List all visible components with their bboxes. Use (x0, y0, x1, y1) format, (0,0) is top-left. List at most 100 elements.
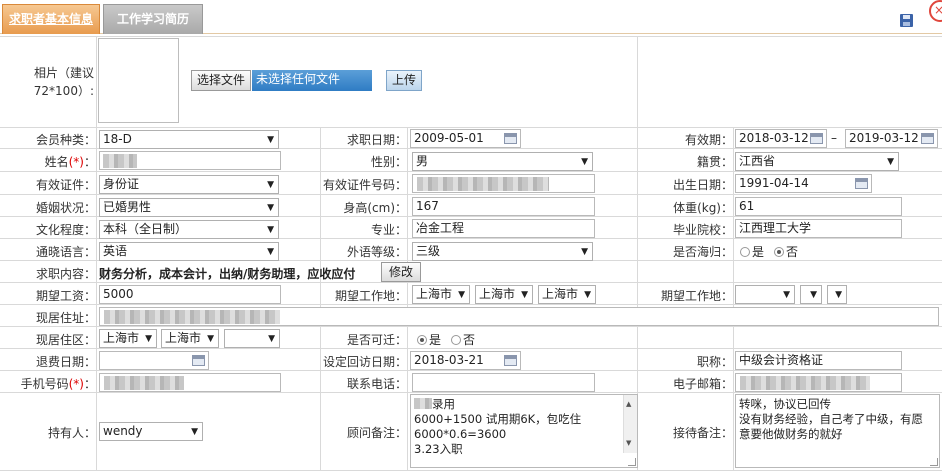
marital-select[interactable]: 已婚男性 ▼ (99, 198, 279, 217)
work-place-province-value: 上海市 (416, 287, 453, 301)
height-label: 身高(cm)： (343, 201, 407, 215)
relocate-no-radio[interactable]: 否 (451, 331, 475, 348)
chevron-down-icon: ▼ (267, 180, 274, 190)
school-input[interactable]: 江西理工大学 (735, 219, 902, 238)
work-place-province-select[interactable]: 上海市 ▼ (412, 285, 470, 304)
gender-label: 性别： (370, 155, 407, 169)
title-value: 中级会计资格证 (739, 353, 824, 367)
major-input[interactable]: 冶金工程 (412, 219, 595, 238)
calendar-icon[interactable] (192, 355, 205, 366)
relocate-yes-label: 是 (429, 333, 442, 347)
close-icon[interactable]: × (929, 0, 942, 22)
reception-note-textarea[interactable]: 转咪，协议已回传 没有财务经验，自己考了中级，有愿意要他做财务的就好 (735, 394, 940, 468)
birth-date-value: 1991-04-14 (739, 176, 809, 190)
apply-date-input[interactable]: 2009-05-01 (410, 129, 521, 148)
work-place-2-province-select[interactable]: ▼ (735, 285, 795, 304)
refund-date-input[interactable] (99, 351, 209, 370)
consultant-note-textarea[interactable]: 录用 6000+1500 试用期6K，包吃住 6000*0.6=3600 3.2… (410, 394, 638, 468)
gender-select[interactable]: 男 ▼ (412, 152, 593, 171)
member-type-select[interactable]: 18-D ▼ (99, 130, 279, 149)
chevron-down-icon: ▼ (783, 290, 790, 300)
work-place-2-district-select[interactable]: ▼ (827, 285, 847, 304)
phone-input[interactable] (99, 373, 281, 392)
scrollbar[interactable]: ▲ ▼ (623, 395, 637, 453)
member-type-value: 18-D (103, 132, 132, 146)
phone-label-colon: ： (83, 377, 96, 391)
validity-start-input[interactable]: 2018-03-12 (735, 129, 827, 148)
resize-grip-icon[interactable] (628, 458, 636, 466)
residence-province-select[interactable]: 上海市 ▼ (99, 329, 157, 348)
chevron-down-icon: ▼ (581, 247, 588, 257)
relocate-yes-radio[interactable]: 是 (417, 331, 441, 348)
save-icon[interactable] (900, 14, 913, 27)
resize-grip-icon[interactable] (930, 458, 938, 466)
grid-line (733, 127, 734, 470)
scroll-down-icon[interactable]: ▼ (626, 436, 631, 451)
radio-checked-icon (417, 335, 427, 345)
validity-separator: – (831, 131, 837, 145)
title-input[interactable]: 中级会计资格证 (735, 351, 902, 370)
tab-bar: 求职者基本信息 工作学习简历 × (0, 0, 942, 34)
residence-city-select[interactable]: 上海市 ▼ (161, 329, 219, 348)
redacted-value (417, 177, 549, 191)
school-value: 江西理工大学 (739, 221, 812, 235)
native-place-select[interactable]: 江西省 ▼ (735, 152, 899, 171)
returnee-no-label: 否 (786, 245, 799, 259)
validity-end-value: 2019-03-12 (849, 131, 919, 145)
returnee-yes-radio[interactable]: 是 (740, 243, 764, 260)
chevron-down-icon: ▼ (207, 334, 214, 344)
grid-line (0, 470, 942, 471)
revisit-date-value: 2018-03-21 (414, 353, 484, 367)
name-input[interactable] (99, 151, 281, 170)
returnee-no-radio[interactable]: 否 (774, 243, 798, 260)
address-input[interactable] (99, 307, 939, 326)
grid-line (0, 326, 942, 327)
validity-end-input[interactable]: 2019-03-12 (845, 129, 938, 148)
grid-line (0, 304, 942, 305)
salary-input[interactable]: 5000 (99, 285, 281, 304)
chevron-down-icon: ▼ (835, 290, 842, 300)
education-select[interactable]: 本科（全日制） ▼ (99, 220, 279, 239)
height-value: 167 (416, 199, 439, 213)
phone-label-text: 手机号码 (20, 377, 69, 391)
language-label: 通晓语言： (35, 245, 96, 259)
contact-phone-input[interactable] (412, 373, 595, 392)
salary-value: 5000 (103, 287, 134, 301)
revisit-date-label: 设定回访日期： (322, 355, 407, 369)
email-input[interactable] (735, 373, 902, 392)
tab-resume[interactable]: 工作学习简历 (103, 4, 203, 34)
radio-icon (451, 335, 461, 345)
id-type-select[interactable]: 身份证 ▼ (99, 175, 279, 194)
calendar-icon[interactable] (921, 133, 934, 144)
edit-job-content-button[interactable]: 修改 (381, 262, 421, 282)
tab-basic-info[interactable]: 求职者基本信息 (2, 4, 100, 34)
residence-district-select[interactable]: ▼ (224, 329, 280, 348)
scroll-up-icon[interactable]: ▲ (626, 397, 631, 412)
work-place-2-city-select[interactable]: ▼ (800, 285, 822, 304)
redacted-value (414, 398, 432, 409)
calendar-icon[interactable] (504, 355, 517, 366)
consultant-note-line2: 6000+1500 试用期6K，包吃住 (414, 412, 582, 426)
upload-button[interactable]: 上传 (386, 70, 422, 91)
work-place-city-select[interactable]: 上海市 ▼ (475, 285, 533, 304)
choose-file-button[interactable]: 选择文件 (191, 70, 251, 91)
height-input[interactable]: 167 (412, 197, 595, 216)
weight-input[interactable]: 61 (735, 197, 902, 216)
birth-date-input[interactable]: 1991-04-14 (735, 174, 872, 193)
foreign-level-select[interactable]: 三级 ▼ (412, 242, 593, 261)
grid-line (0, 194, 942, 195)
major-value: 冶金工程 (416, 221, 465, 235)
revisit-date-input[interactable]: 2018-03-21 (410, 351, 521, 370)
id-number-input[interactable] (412, 174, 595, 193)
holder-select[interactable]: wendy ▼ (99, 422, 203, 441)
calendar-icon[interactable] (855, 178, 868, 189)
calendar-icon[interactable] (504, 133, 517, 144)
required-mark: (*) (68, 377, 84, 391)
language-select[interactable]: 英语 ▼ (99, 242, 279, 261)
native-place-value: 江西省 (739, 154, 776, 168)
gender-value: 男 (416, 154, 429, 168)
calendar-icon[interactable] (810, 133, 823, 144)
chevron-down-icon: ▼ (268, 334, 275, 344)
work-place-district-select[interactable]: 上海市 ▼ (538, 285, 596, 304)
residence-province-value: 上海市 (103, 331, 140, 345)
